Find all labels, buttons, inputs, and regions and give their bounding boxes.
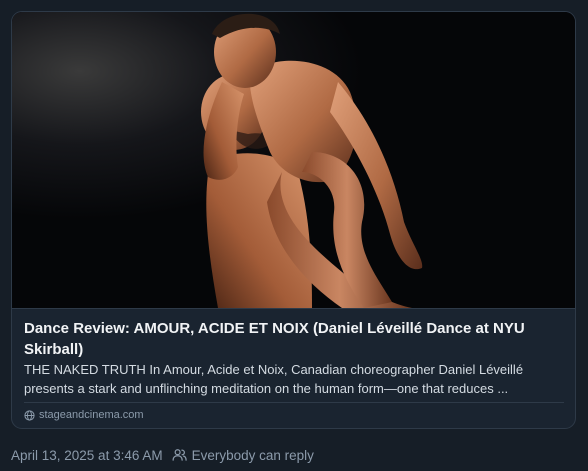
globe-icon bbox=[24, 409, 35, 421]
article-thumbnail-image bbox=[12, 12, 575, 308]
link-preview-card[interactable]: Dance Review: AMOUR, ACIDE ET NOIX (Dani… bbox=[11, 11, 576, 429]
embed-footer-divider bbox=[24, 402, 564, 403]
thumbnail-divider bbox=[12, 308, 575, 309]
reply-setting-label: Everybody can reply bbox=[191, 447, 314, 463]
post-meta-row: April 13, 2025 at 3:46 AM Everybody can … bbox=[11, 446, 314, 464]
reply-setting[interactable]: Everybody can reply bbox=[172, 448, 314, 463]
embed-description[interactable]: THE NAKED TRUTH In Amour, Acide et Noix,… bbox=[24, 360, 564, 398]
post-timestamp[interactable]: April 13, 2025 at 3:46 AM bbox=[11, 448, 163, 463]
embed-title[interactable]: Dance Review: AMOUR, ACIDE ET NOIX (Dani… bbox=[24, 318, 564, 360]
embed-domain-row[interactable]: stageandcinema.com bbox=[24, 408, 144, 422]
people-icon bbox=[172, 448, 187, 462]
embed-domain: stageandcinema.com bbox=[39, 409, 144, 421]
